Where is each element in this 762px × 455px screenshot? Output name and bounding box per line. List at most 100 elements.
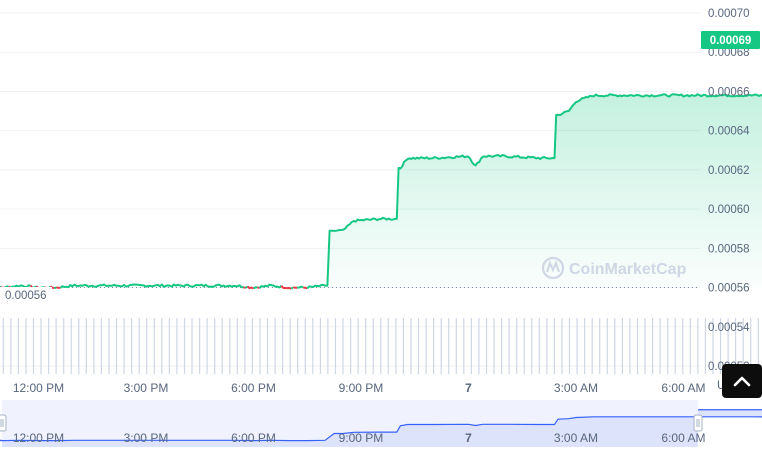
volume-bar [470, 318, 472, 374]
volume-bar [463, 318, 465, 374]
volume-bar [501, 318, 503, 374]
volume-bar [682, 318, 684, 374]
volume-bar [636, 318, 639, 374]
volume-bar [2, 318, 4, 374]
navigator-handle-left[interactable] [0, 414, 7, 432]
navigator-tick-label: 7 [465, 431, 472, 445]
y-tick-label: 0.00058 [708, 243, 750, 255]
volume-bar [614, 318, 616, 374]
volume-bar [584, 318, 586, 374]
volume-bar [455, 318, 457, 374]
volume-bar [55, 318, 57, 374]
volume-bar [372, 318, 374, 374]
chevron-up-icon [733, 376, 751, 387]
volume-bar [599, 318, 601, 374]
volume-bar [433, 318, 435, 374]
price-line-segment [280, 285, 292, 290]
volume-bar [342, 318, 344, 374]
volume-bar [417, 318, 420, 374]
volume-bar [334, 318, 337, 374]
volume-bar [546, 318, 548, 374]
volume-bar [138, 318, 140, 374]
volume-bar [78, 318, 80, 374]
volume-bar [448, 318, 450, 374]
volume-bar [440, 318, 442, 374]
price-area [0, 94, 762, 288]
volume-bar [25, 318, 27, 374]
volume-bar [629, 318, 631, 374]
volume-bar [478, 318, 480, 374]
current-price-badge: 0.00069 [701, 31, 760, 49]
volume-bar [221, 318, 223, 374]
volume-bar [108, 318, 110, 374]
volume-bar [485, 318, 488, 374]
volume-bar [553, 318, 555, 374]
volume-bar [259, 318, 261, 374]
volume-bar [289, 318, 291, 374]
current-price-text: 0.00069 [710, 35, 752, 47]
navigator-tick-label: 3:00 PM [124, 431, 169, 445]
volume-bar [17, 318, 19, 374]
volume-bar [312, 318, 314, 374]
volume-bar [568, 318, 571, 374]
volume-bar [48, 318, 50, 374]
volume-bar [168, 318, 170, 374]
volume-bar [274, 318, 276, 374]
x-tick-label: 3:00 PM [124, 381, 169, 395]
navigator-tick-label: 3:00 AM [554, 431, 598, 445]
volume-bar [32, 318, 35, 374]
volume-bar [10, 318, 12, 374]
volume-bar [153, 318, 155, 374]
y-tick-label: 0.00068 [708, 47, 750, 59]
volume-bar [266, 318, 269, 374]
y-tick-label: 0.00054 [708, 322, 750, 334]
volume-bar [327, 318, 329, 374]
volume-bar [357, 318, 359, 374]
volume-bar [395, 318, 397, 374]
y-tick-label: 0.00062 [708, 165, 750, 177]
x-tick-label: 3:00 AM [554, 381, 598, 395]
x-tick-label: 9:00 PM [339, 381, 384, 395]
volume-bar [508, 318, 510, 374]
navigator-handle-right[interactable] [693, 414, 703, 432]
price-line-segment [293, 286, 298, 289]
volume-bar [85, 318, 87, 374]
volume-bar [523, 318, 525, 374]
y-tick-label: 0.00070 [708, 8, 750, 20]
volume-bar [93, 318, 95, 374]
volume-bar [591, 318, 593, 374]
volume-bar [380, 318, 382, 374]
volume-bar [538, 318, 540, 374]
volume-bar [667, 318, 669, 374]
scroll-to-top-button[interactable] [722, 364, 762, 398]
volume-bar [206, 318, 208, 374]
x-tick-label: 6:00 PM [231, 381, 276, 395]
volume-bar [251, 318, 253, 374]
price-line-segment [246, 285, 254, 290]
price-chart: CoinMarketCap 0.00070 0.00068 0.00066 0.000… [0, 8, 762, 447]
reference-label-text: 0.00056 [5, 290, 47, 302]
volume-bar [621, 318, 623, 374]
volume-bar [652, 318, 654, 374]
price-area-fill [0, 94, 762, 288]
volume-bar [236, 318, 238, 374]
volume-bar [214, 318, 216, 374]
volume-bar [229, 318, 231, 374]
price-line-segment [253, 286, 258, 290]
volume-bar [659, 318, 661, 374]
x-tick-label: 12:00 PM [13, 381, 64, 395]
volume-bar [297, 318, 299, 374]
x-axis: 12:00 PM 3:00 PM 6:00 PM 9:00 PM 7 3:00 AM 6:0… [13, 381, 706, 395]
price-line-segment [54, 286, 57, 290]
volume-bar [561, 318, 563, 374]
y-tick-label: 0.00066 [708, 86, 750, 98]
y-tick-label: 0.00064 [708, 126, 750, 138]
volume-bar [244, 318, 246, 374]
volume-bar [531, 318, 533, 374]
navigator-tick-label: 12:00 PM [13, 431, 64, 445]
volume-bar [176, 318, 178, 374]
volume-bar [606, 318, 608, 374]
volume-bar [425, 318, 427, 374]
range-navigator[interactable]: 12:00 PM 3:00 PM 6:00 PM 9:00 PM 7 3:00 AM 6:0… [0, 400, 762, 447]
x-tick-label: 7 [465, 381, 472, 395]
